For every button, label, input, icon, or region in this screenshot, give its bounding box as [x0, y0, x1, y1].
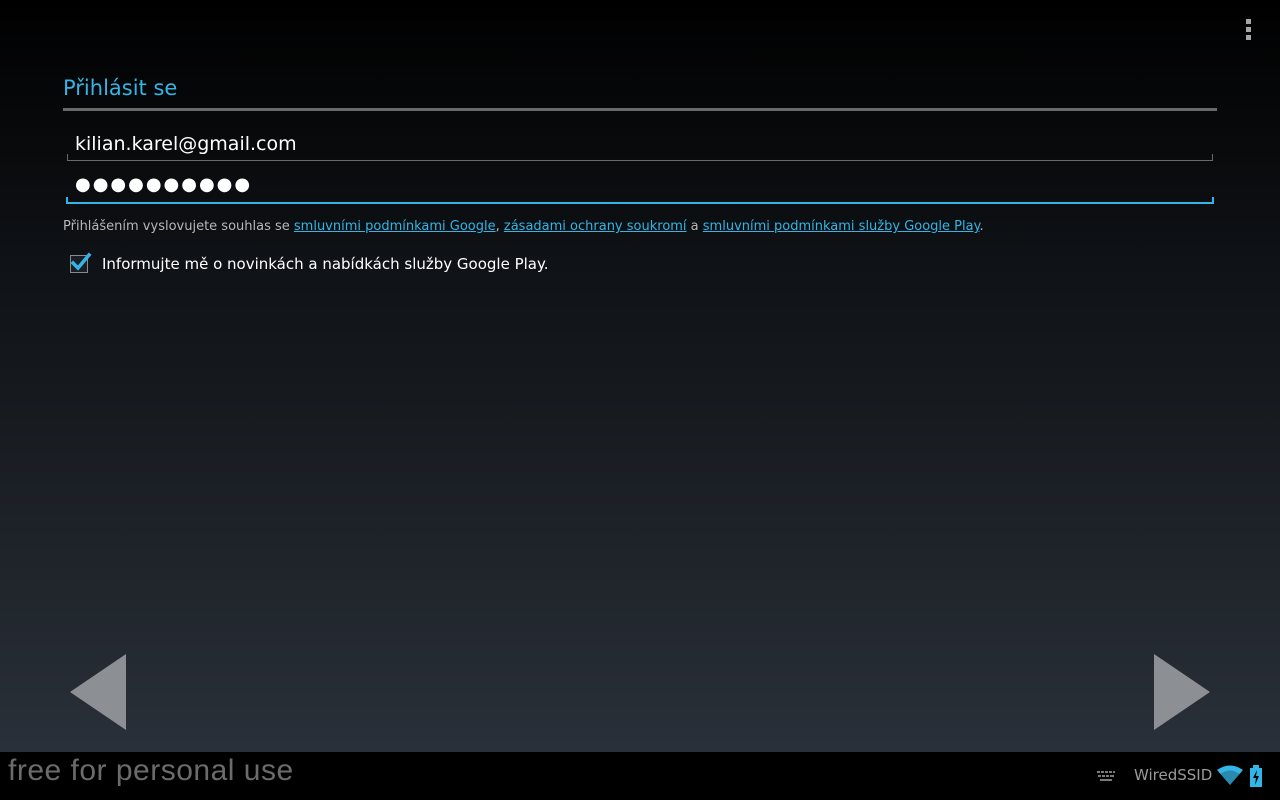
google-terms-link[interactable]: smluvními podmínkami Google [294, 219, 496, 234]
newsletter-label: Informujte mě o novinkách a nabídkách sl… [102, 255, 549, 273]
newsletter-checkbox[interactable] [70, 252, 92, 273]
wifi-icon [1217, 765, 1243, 785]
terms-separator-1: , [495, 219, 504, 234]
setup-screen: Přihlásit se kilian.karel@gmail.com ●●●●… [0, 0, 1280, 752]
google-play-terms-link[interactable]: smluvními podmínkami služby Google Play [703, 219, 980, 234]
wifi-ssid: WiredSSID [1134, 766, 1213, 784]
title-divider [63, 108, 1217, 111]
system-bar: free for personal use [0, 752, 1280, 800]
page-title: Přihlásit se [63, 76, 178, 100]
keyboard-icon[interactable] [1096, 769, 1116, 783]
checkmark-icon [70, 252, 92, 271]
next-arrow-icon[interactable] [1152, 652, 1212, 732]
watermark-text: free for personal use [8, 754, 294, 787]
email-value: kilian.karel@gmail.com [75, 133, 297, 155]
battery-charging-icon [1250, 765, 1262, 787]
password-value: ●●●●●●●●●● [75, 174, 253, 195]
password-field[interactable]: ●●●●●●●●●● [66, 172, 1214, 204]
terms-text: Přihlášením vyslovujete souhlas se smluv… [63, 219, 984, 234]
terms-prefix: Přihlášením vyslovujete souhlas se [63, 219, 294, 234]
email-field[interactable]: kilian.karel@gmail.com [67, 131, 1213, 161]
privacy-policy-link[interactable]: zásadami ochrany soukromí [504, 219, 687, 234]
terms-suffix: . [979, 219, 984, 234]
back-arrow-icon[interactable] [68, 652, 128, 732]
overflow-menu-icon[interactable] [1236, 14, 1260, 44]
newsletter-checkbox-row[interactable]: Informujte mě o novinkách a nabídkách sl… [70, 252, 549, 273]
terms-separator-2: a [686, 219, 703, 234]
